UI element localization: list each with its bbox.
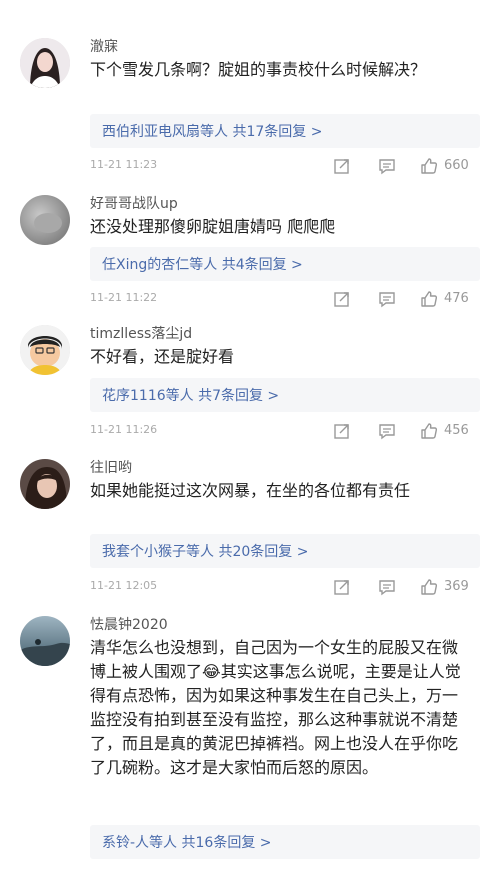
comment-meta: 11-21 12:05 369 [90,578,480,598]
reply-summary-link[interactable]: 西伯利亚电风扇等人 共17条回复 > [102,121,322,141]
reply-summary-box[interactable]: 系铃-人等人 共16条回复 > [90,825,480,859]
comment-icon[interactable] [378,578,396,596]
avatar[interactable] [20,325,70,375]
reply-summary-box[interactable]: 任Xing的杏仁等人 共4条回复 > [90,247,480,281]
share-icon[interactable] [333,290,351,308]
username[interactable]: 澈寐 [90,36,118,56]
like-icon[interactable] [420,422,438,440]
avatar[interactable] [20,616,70,666]
comment-icon[interactable] [378,422,396,440]
like-icon[interactable] [420,578,438,596]
share-icon[interactable] [333,578,351,596]
avatar-gray-icon [20,195,70,245]
comment-meta: 11-21 11:23 660 [90,157,480,177]
username[interactable]: 好哥哥战队up [90,193,178,213]
like-icon[interactable] [420,290,438,308]
username[interactable]: 怯晨钟2020 [90,614,168,634]
avatar-woman-icon [20,38,70,88]
reply-summary-link[interactable]: 花序1116等人 共7条回复 > [102,385,279,405]
like-count: 476 [444,291,469,306]
comment-icon[interactable] [378,290,396,308]
share-icon[interactable] [333,422,351,440]
username[interactable]: 往旧哟 [90,457,132,477]
like-count: 660 [444,158,469,173]
comment-text: 清华怎么也没想到，自己因为一个女生的屁股又在微博上被人围观了😂其实这事怎么说呢，… [90,638,461,777]
reply-summary-box[interactable]: 花序1116等人 共7条回复 > [90,378,480,412]
avatar[interactable] [20,459,70,509]
avatar[interactable] [20,38,70,88]
comment-meta: 11-21 11:22 476 [90,290,480,310]
timestamp: 11-21 11:22 [90,291,158,304]
avatar-cartoon-boy-icon [20,325,70,375]
share-icon[interactable] [333,157,351,175]
comment-text: 下个雪发几条啊？腚姐的事责校什么时候解决？ [90,60,427,79]
avatar-girl-icon [20,459,70,509]
timestamp: 11-21 12:05 [90,579,158,592]
reply-summary-link[interactable]: 系铃-人等人 共16条回复 > [102,832,272,852]
like-count: 456 [444,423,469,438]
avatar[interactable] [20,195,70,245]
comment-text: 不好看，还是腚好看 [90,347,235,366]
comment-text: 还没处理那傻卵腚姐唐婧吗 爬爬爬 [90,217,336,236]
comment-meta: 11-21 11:26 456 [90,422,480,442]
like-count: 369 [444,579,469,594]
comment-icon[interactable] [378,157,396,175]
reply-summary-box[interactable]: 我套个小猴子等人 共20条回复 > [90,534,480,568]
reply-summary-link[interactable]: 任Xing的杏仁等人 共4条回复 > [102,254,303,274]
like-icon[interactable] [420,157,438,175]
comment-text: 如果她能挺过这次网暴，在坐的各位都有责任 [90,481,411,500]
timestamp: 11-21 11:26 [90,423,158,436]
reply-summary-box[interactable]: 西伯利亚电风扇等人 共17条回复 > [90,114,480,148]
reply-summary-link[interactable]: 我套个小猴子等人 共20条回复 > [102,541,308,561]
avatar-landscape-icon [20,616,70,666]
timestamp: 11-21 11:23 [90,158,158,171]
username[interactable]: timzlless落尘jd [90,323,192,343]
